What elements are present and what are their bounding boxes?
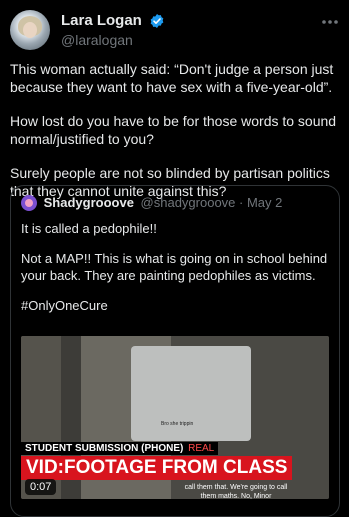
video-lower-third-top-text: STUDENT SUBMISSION (PHONE) <box>25 443 184 454</box>
more-icon[interactable] <box>319 16 339 26</box>
video-lower-third-top: STUDENT SUBMISSION (PHONE) REAL <box>21 442 219 455</box>
quoted-avatar[interactable] <box>21 194 37 211</box>
quoted-tweet[interactable]: Shadygrooove @shadygrooove · May 2 It is… <box>10 185 340 517</box>
avatar[interactable] <box>10 10 50 50</box>
verified-badge-icon <box>150 14 164 28</box>
video-duration: 0:07 <box>25 479 57 495</box>
video-lower-third-main: VID:FOOTAGE FROM CLASS <box>21 456 293 480</box>
quoted-display-name[interactable]: Shadygrooove <box>44 195 134 210</box>
author-display-name[interactable]: Lara Logan <box>61 12 142 30</box>
video-screen-label: Bro she trippin <box>161 421 194 427</box>
video-player[interactable]: Bro she trippin STUDENT SUBMISSION (PHON… <box>21 336 329 499</box>
tweet-paragraph: How lost do you have to be for those wor… <box>10 113 337 147</box>
quoted-hashtag[interactable]: #OnlyOneCure <box>21 297 331 314</box>
quoted-handle-date: @shadygrooove · May 2 <box>140 195 283 211</box>
author-handle[interactable]: @laralogan <box>61 31 165 49</box>
tweet-header: Lara Logan @laralogan <box>10 10 339 50</box>
video-lower-third-tag: REAL <box>188 443 215 454</box>
avatar-face <box>23 22 37 38</box>
video-caption: call them that. We're going to call them… <box>184 484 288 499</box>
quoted-tweet-header: Shadygrooove @shadygrooove · May 2 <box>21 194 282 212</box>
quoted-paragraph: It is called a pedophile!! <box>21 221 157 236</box>
author-names: Lara Logan @laralogan <box>61 12 165 49</box>
more-dots-icon <box>322 20 338 24</box>
quoted-paragraph: Not a MAP!! This is what is going on in … <box>21 251 328 283</box>
tweet-paragraph: This woman actually said: “Don't judge a… <box>10 61 334 95</box>
quoted-tweet-text: It is called a pedophile!! Not a MAP!! T… <box>21 220 331 327</box>
